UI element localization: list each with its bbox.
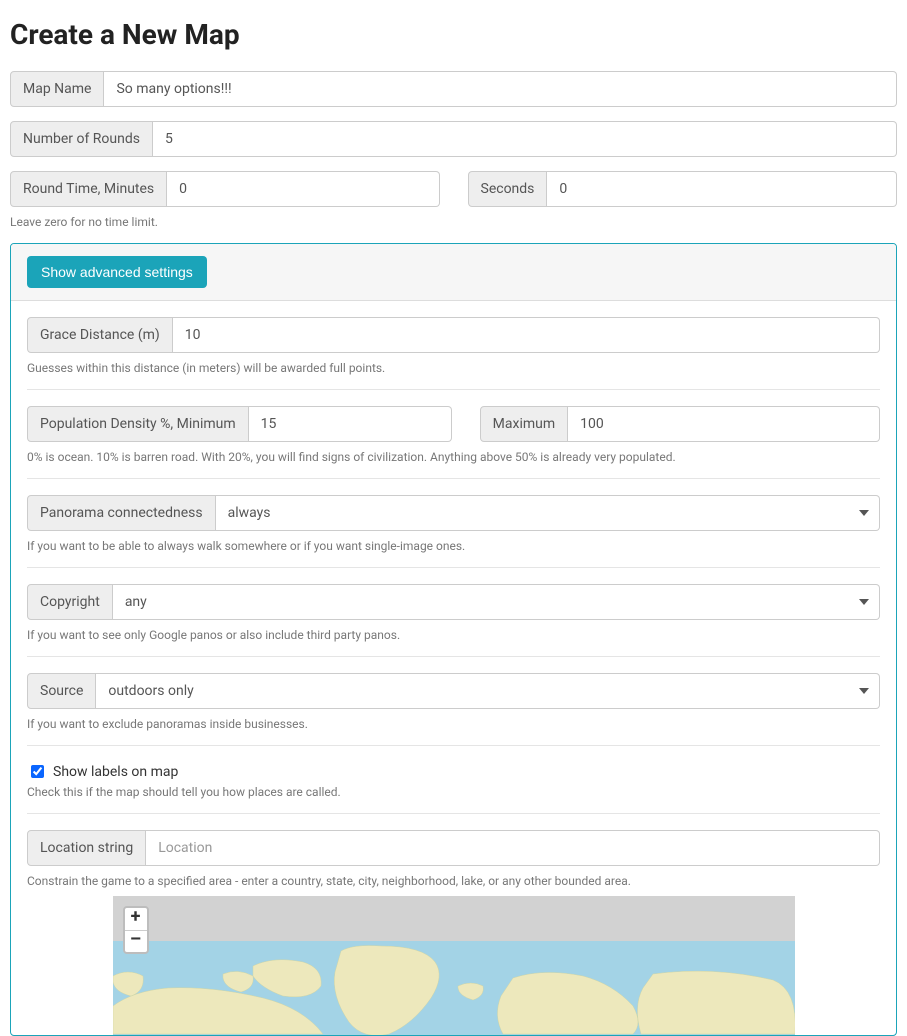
copyright-label: Copyright xyxy=(27,584,113,620)
connectedness-select[interactable]: always xyxy=(216,495,880,531)
rounds-group: Number of Rounds xyxy=(10,121,897,157)
source-label: Source xyxy=(27,673,96,709)
density-min-label: Population Density %, Minimum xyxy=(27,406,249,442)
density-help: 0% is ocean. 10% is barren road. With 20… xyxy=(27,450,880,464)
map-name-input[interactable] xyxy=(104,71,897,107)
density-max-label: Maximum xyxy=(480,406,568,442)
source-group: Source outdoors only xyxy=(27,673,880,709)
density-row: Population Density %, Minimum Maximum xyxy=(27,406,880,442)
round-time-minutes-input[interactable] xyxy=(167,171,439,207)
location-help: Constrain the game to a specified area -… xyxy=(27,874,880,888)
zoom-control: + – xyxy=(123,906,149,954)
round-time-seconds-label: Seconds xyxy=(468,171,548,207)
show-labels-checkbox[interactable] xyxy=(31,765,44,778)
copyright-select[interactable]: any xyxy=(113,584,880,620)
map-canvas[interactable]: + – xyxy=(113,896,795,1035)
show-advanced-button[interactable]: Show advanced settings xyxy=(27,256,207,288)
rounds-input[interactable] xyxy=(153,121,897,157)
density-min-input[interactable] xyxy=(249,406,452,442)
grace-group: Grace Distance (m) xyxy=(27,317,880,353)
location-label: Location string xyxy=(27,830,146,866)
zoom-out-button[interactable]: – xyxy=(125,930,147,952)
map-name-group: Map Name xyxy=(10,71,897,107)
grace-label: Grace Distance (m) xyxy=(27,317,173,353)
show-labels-help: Check this if the map should tell you ho… xyxy=(27,785,880,799)
copyright-group: Copyright any xyxy=(27,584,880,620)
connectedness-label: Panorama connectedness xyxy=(27,495,216,531)
show-labels-row[interactable]: Show labels on map xyxy=(27,762,880,781)
connectedness-help: If you want to be able to always walk so… xyxy=(27,539,880,553)
round-time-help: Leave zero for no time limit. xyxy=(10,215,897,229)
advanced-body: Grace Distance (m) Guesses within this d… xyxy=(11,301,896,1035)
location-group: Location string xyxy=(27,830,880,866)
round-time-seconds-input[interactable] xyxy=(547,171,897,207)
location-input[interactable] xyxy=(146,830,880,866)
advanced-panel: Show advanced settings Grace Distance (m… xyxy=(10,243,897,1036)
map-landmass-icon xyxy=(113,896,795,1035)
round-time-row: Round Time, Minutes Seconds xyxy=(10,171,897,207)
source-select[interactable]: outdoors only xyxy=(96,673,880,709)
zoom-in-button[interactable]: + xyxy=(125,908,147,930)
show-labels-label: Show labels on map xyxy=(53,764,178,780)
map-name-label: Map Name xyxy=(10,71,104,107)
round-time-minutes-label: Round Time, Minutes xyxy=(10,171,167,207)
grace-help: Guesses within this distance (in meters)… xyxy=(27,361,880,375)
grace-input[interactable] xyxy=(173,317,880,353)
connectedness-group: Panorama connectedness always xyxy=(27,495,880,531)
density-max-input[interactable] xyxy=(568,406,880,442)
copyright-help: If you want to see only Google panos or … xyxy=(27,628,880,642)
rounds-label: Number of Rounds xyxy=(10,121,153,157)
page-title: Create a New Map xyxy=(10,18,897,51)
advanced-header: Show advanced settings xyxy=(11,244,896,301)
source-help: If you want to exclude panoramas inside … xyxy=(27,717,880,731)
